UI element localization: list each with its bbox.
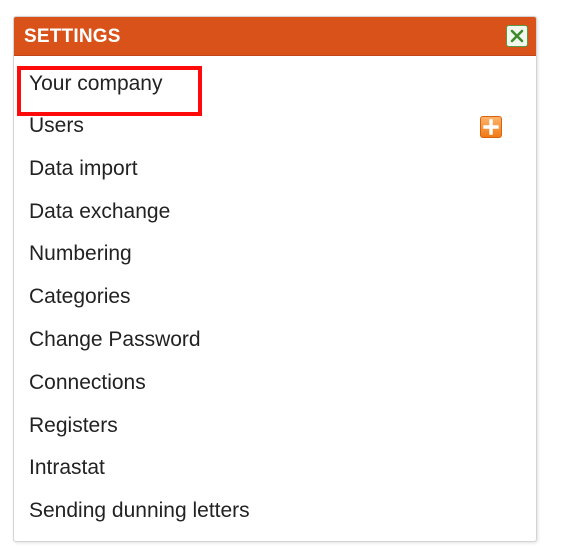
plus-icon — [483, 119, 499, 135]
settings-panel: SETTINGS Your company Users Data import … — [13, 16, 537, 542]
menu-item-label: Data import — [29, 156, 138, 180]
menu-item-label: Registers — [29, 413, 118, 437]
menu-item-label: Change Password — [29, 327, 201, 351]
menu-item-label: Sending dunning letters — [29, 499, 250, 523]
menu-item-data-exchange[interactable]: Data exchange — [14, 191, 536, 234]
settings-menu: Your company Users Data import Data exch… — [14, 67, 536, 533]
menu-item-registers[interactable]: Registers — [14, 405, 536, 448]
menu-item-label: Users — [29, 114, 84, 137]
settings-header: SETTINGS — [14, 17, 536, 56]
close-button[interactable] — [506, 25, 528, 47]
highlight-box — [17, 66, 202, 116]
close-icon — [510, 29, 524, 43]
add-user-button[interactable] — [480, 116, 502, 138]
menu-item-label: Numbering — [29, 242, 132, 266]
menu-item-data-import[interactable]: Data import — [14, 148, 536, 191]
menu-item-change-password[interactable]: Change Password — [14, 319, 536, 362]
menu-item-sending-dunning-letters[interactable]: Sending dunning letters — [14, 490, 536, 533]
menu-item-intrastat[interactable]: Intrastat — [14, 447, 536, 490]
menu-item-connections[interactable]: Connections — [14, 362, 536, 405]
menu-item-label: Intrastat — [29, 456, 105, 480]
menu-item-label: Connections — [29, 370, 146, 394]
panel-title: SETTINGS — [24, 26, 121, 47]
menu-item-numbering[interactable]: Numbering — [14, 233, 536, 276]
menu-item-categories[interactable]: Categories — [14, 276, 536, 319]
menu-item-label: Categories — [29, 285, 131, 309]
menu-item-label: Data exchange — [29, 199, 171, 223]
